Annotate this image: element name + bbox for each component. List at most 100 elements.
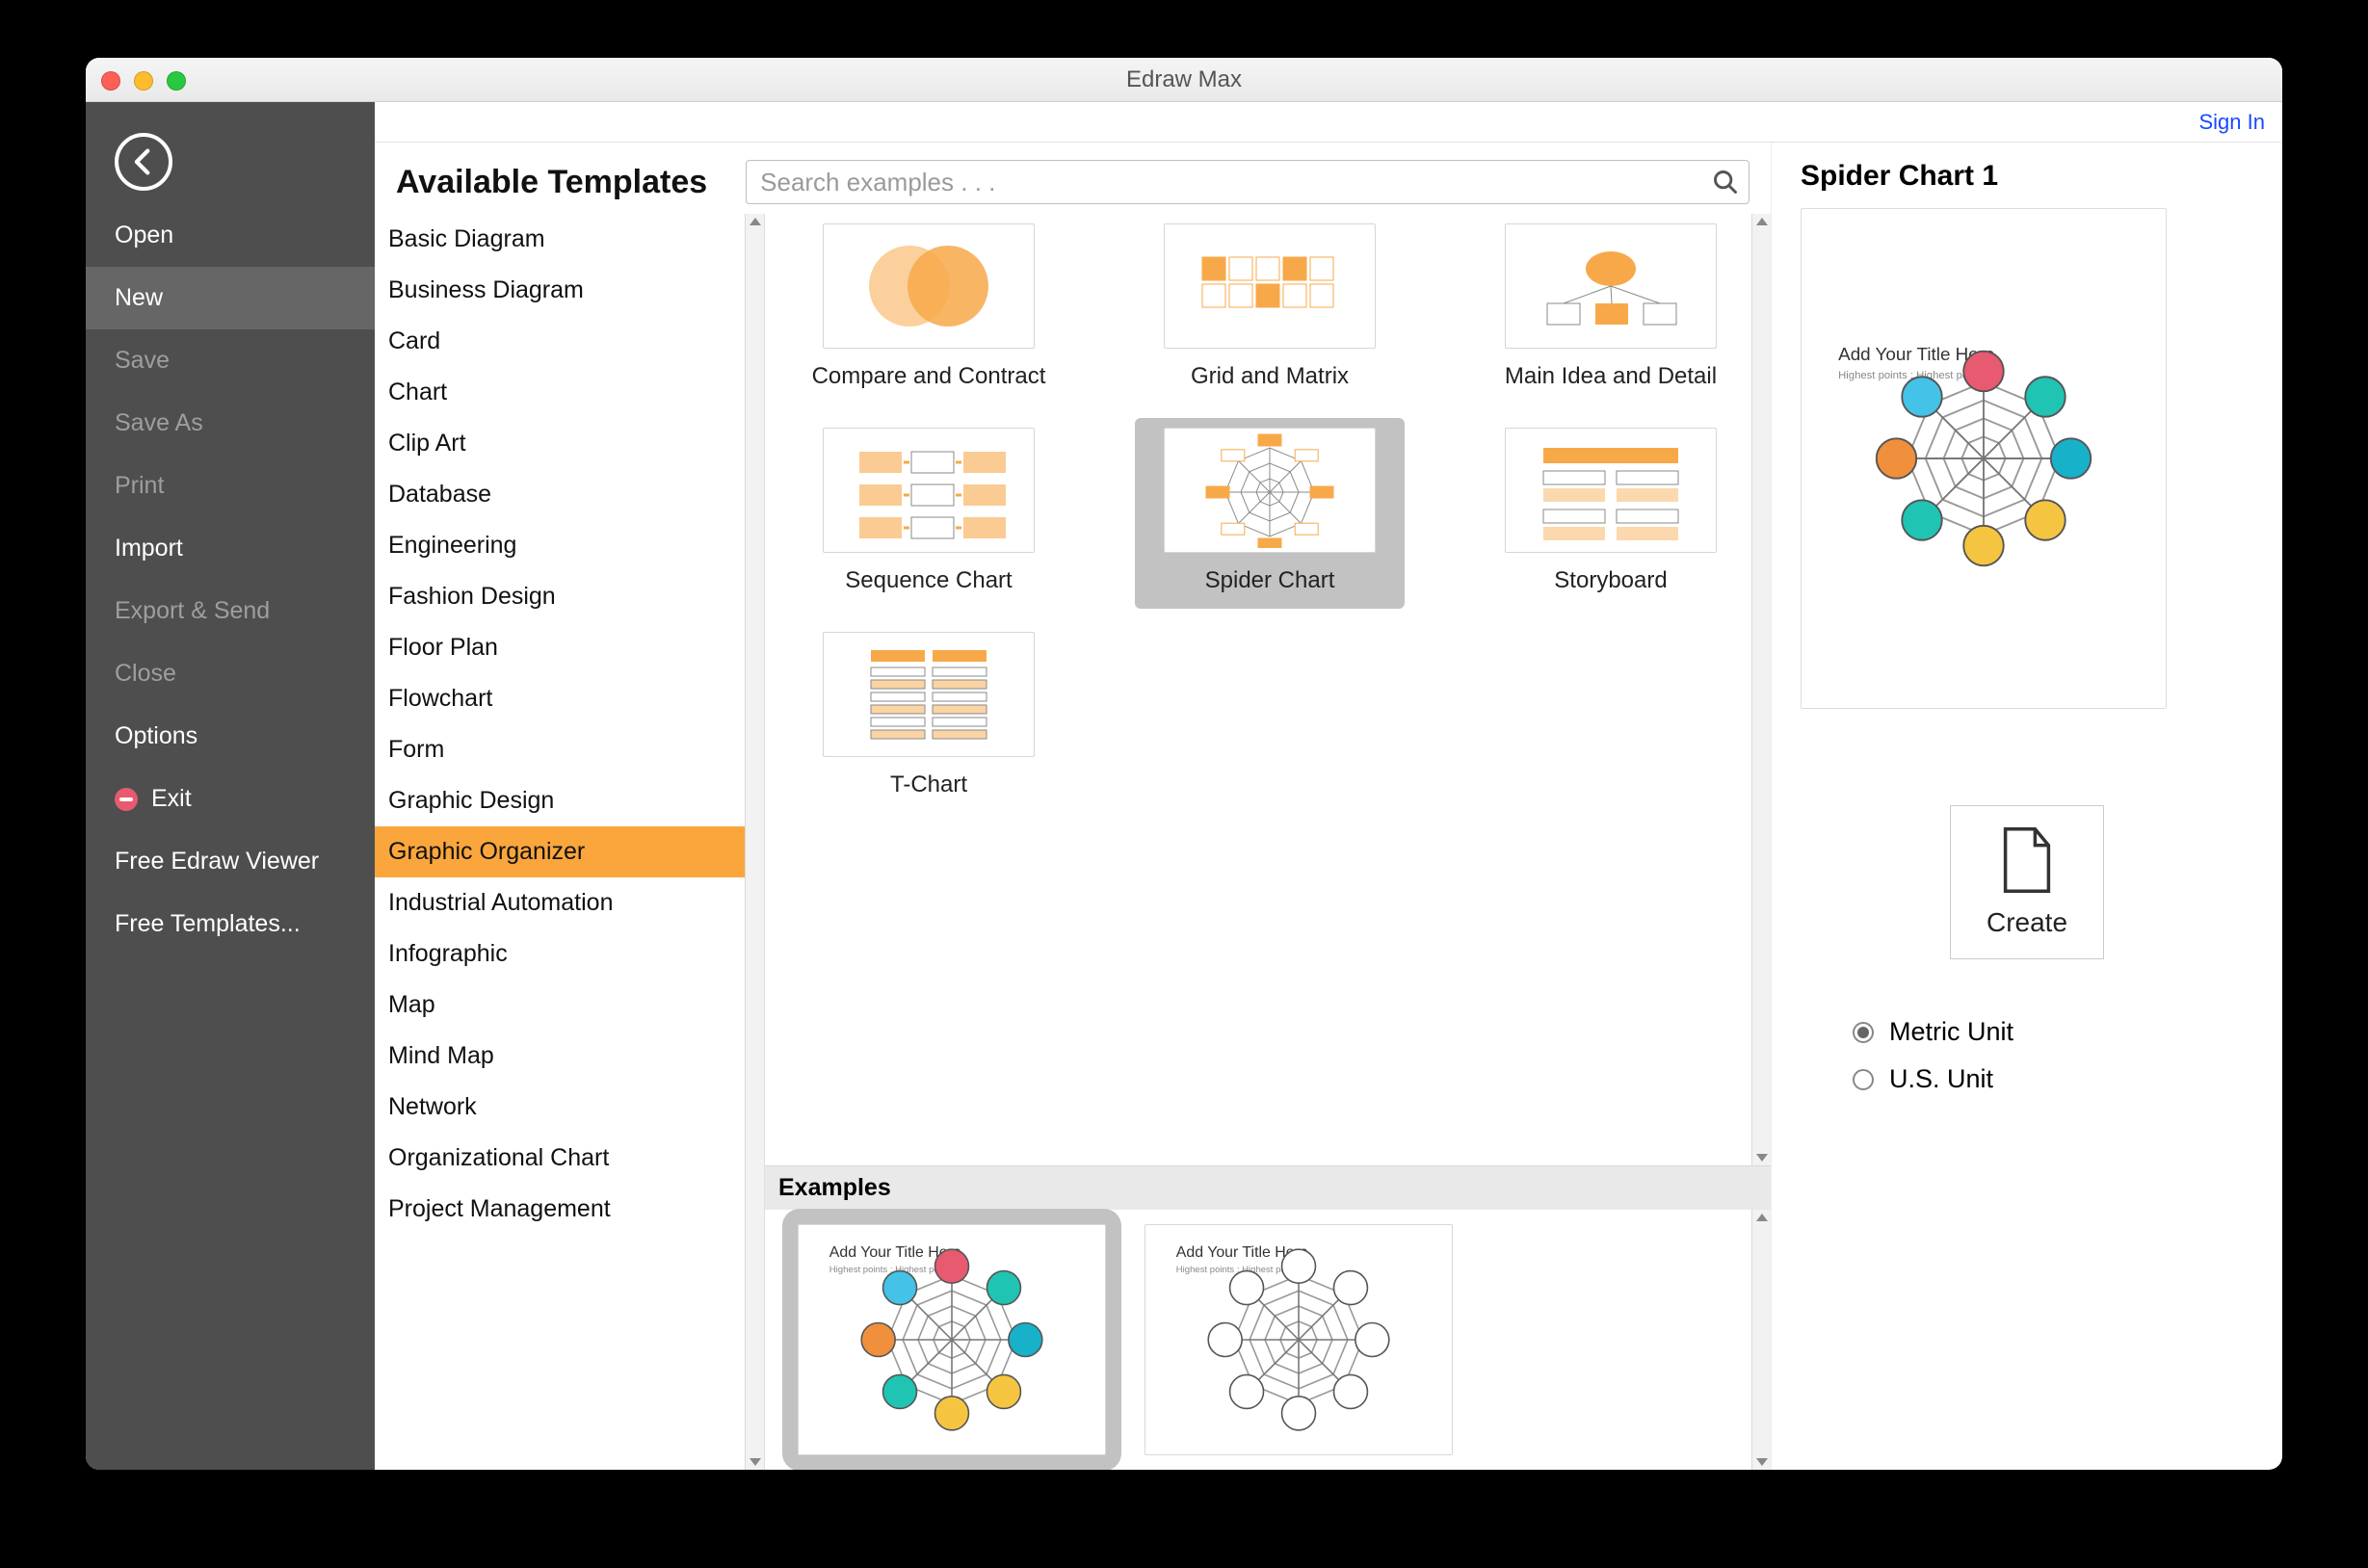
template-card[interactable]: Grid and Matrix — [1135, 214, 1405, 405]
nav-label: Open — [115, 222, 173, 249]
nav-close[interactable]: Close — [86, 642, 375, 705]
template-card[interactable]: Main Idea and Detail — [1476, 214, 1746, 405]
file-sidebar: Open New Save Save As Print Import Export & Se… — [86, 102, 375, 1470]
template-label: Main Idea and Detail — [1505, 362, 1717, 391]
unit-metric-label: Metric Unit — [1889, 1017, 2013, 1047]
template-thumb — [1164, 223, 1376, 349]
search-field[interactable] — [746, 160, 1750, 204]
back-button[interactable] — [115, 133, 172, 191]
scroll-down-icon[interactable] — [1756, 1458, 1768, 1466]
category-item[interactable]: Fashion Design — [375, 571, 745, 622]
nav-free-edraw-viewer[interactable]: Free Edraw Viewer — [86, 830, 375, 893]
example-card[interactable]: Add Your Title HereHighest points : High… — [798, 1224, 1106, 1455]
nav-free-templates-[interactable]: Free Templates... — [86, 893, 375, 955]
sign-in-link[interactable]: Sign In — [2199, 110, 2266, 135]
nav-label: Print — [115, 472, 164, 500]
nav-export-send[interactable]: Export & Send — [86, 580, 375, 642]
info-panel: Spider Chart 1 Add Your Title HereHighes… — [1772, 143, 2282, 1470]
category-item[interactable]: Flowchart — [375, 673, 745, 724]
category-item[interactable]: Database — [375, 469, 745, 520]
unit-us-radio[interactable]: U.S. Unit — [1853, 1064, 2253, 1094]
template-label: Sequence Chart — [845, 566, 1012, 595]
nav-label: Exit — [151, 785, 192, 813]
nav-exit[interactable]: Exit — [86, 768, 375, 830]
scroll-down-icon[interactable] — [1756, 1154, 1768, 1162]
category-item[interactable]: Business Diagram — [375, 265, 745, 316]
category-item[interactable]: Graphic Design — [375, 775, 745, 826]
unit-metric-radio[interactable]: Metric Unit — [1853, 1017, 2253, 1047]
template-thumb — [1164, 428, 1376, 553]
category-item[interactable]: Clip Art — [375, 418, 745, 469]
nav-import[interactable]: Import — [86, 517, 375, 580]
template-preview: Add Your Title HereHighest points : High… — [1801, 208, 2167, 709]
category-item[interactable]: Floor Plan — [375, 622, 745, 673]
example-card[interactable]: Add Your Title HereHighest points : High… — [1145, 1224, 1453, 1455]
document-icon — [2000, 826, 2054, 894]
category-item[interactable]: Chart — [375, 367, 745, 418]
category-item[interactable]: Engineering — [375, 520, 745, 571]
category-item[interactable]: Form — [375, 724, 745, 775]
create-button[interactable]: Create — [1950, 805, 2104, 959]
unit-options: Metric Unit U.S. Unit — [1801, 1017, 2253, 1094]
nav-save[interactable]: Save — [86, 329, 375, 392]
arrow-left-icon — [127, 145, 160, 178]
template-label: Grid and Matrix — [1191, 362, 1349, 391]
template-card[interactable]: Spider Chart — [1135, 418, 1405, 609]
search-input[interactable] — [760, 168, 1712, 197]
category-item[interactable]: Basic Diagram — [375, 214, 745, 265]
template-grid: Compare and Contract Grid and Matrix Main … — [765, 214, 1771, 1165]
scroll-up-icon[interactable] — [750, 218, 761, 225]
nav-label: Options — [115, 722, 197, 750]
examples-row: Add Your Title HereHighest points : High… — [765, 1210, 1771, 1470]
scroll-up-icon[interactable] — [1756, 218, 1768, 225]
template-label: Storyboard — [1554, 566, 1667, 595]
title-bar: Edraw Max — [86, 58, 2282, 102]
nav-options[interactable]: Options — [86, 705, 375, 768]
search-icon[interactable] — [1712, 169, 1739, 196]
category-item[interactable]: Industrial Automation — [375, 877, 745, 928]
nav-new[interactable]: New — [86, 267, 375, 329]
nav-print[interactable]: Print — [86, 455, 375, 517]
nav-label: Save — [115, 347, 170, 375]
nav-label: Close — [115, 660, 176, 688]
template-card[interactable]: T-Chart — [794, 622, 1064, 813]
examples-scrollbar[interactable] — [1751, 1210, 1771, 1470]
scroll-down-icon[interactable] — [750, 1458, 761, 1466]
examples-header: Examples — [765, 1165, 1771, 1210]
nav-label: Import — [115, 535, 183, 562]
nav-label: Export & Send — [115, 597, 270, 625]
template-thumb — [823, 632, 1035, 757]
template-card[interactable]: Sequence Chart — [794, 418, 1064, 609]
scroll-up-icon[interactable] — [1756, 1214, 1768, 1221]
app-window: Edraw Max Open New Save Save As Print Import E… — [86, 58, 2282, 1470]
category-item[interactable]: Mind Map — [375, 1031, 745, 1082]
category-item[interactable]: Network — [375, 1082, 745, 1133]
category-item[interactable]: Map — [375, 980, 745, 1031]
nav-save-as[interactable]: Save As — [86, 392, 375, 455]
template-thumb — [1505, 223, 1717, 349]
category-item[interactable]: Organizational Chart — [375, 1133, 745, 1184]
category-item[interactable]: Graphic Organizer — [375, 826, 745, 877]
template-card[interactable]: Storyboard — [1476, 418, 1746, 609]
no-entry-icon — [115, 788, 138, 811]
nav-label: New — [115, 284, 163, 312]
close-window-icon[interactable] — [101, 71, 120, 91]
category-item[interactable]: Card — [375, 316, 745, 367]
template-scrollbar[interactable] — [1751, 214, 1771, 1165]
template-label: Spider Chart — [1205, 566, 1335, 595]
template-label: Compare and Contract — [812, 362, 1046, 391]
category-item[interactable]: Project Management — [375, 1184, 745, 1235]
window-title: Edraw Max — [1126, 66, 1242, 93]
category-scrollbar[interactable] — [745, 214, 764, 1470]
nav-open[interactable]: Open — [86, 204, 375, 267]
zoom-window-icon[interactable] — [167, 71, 186, 91]
preview-title: Spider Chart 1 — [1801, 160, 2253, 193]
minimize-window-icon[interactable] — [134, 71, 153, 91]
template-thumb — [823, 428, 1035, 553]
template-card[interactable]: Compare and Contract — [794, 214, 1064, 405]
category-item[interactable]: Infographic — [375, 928, 745, 980]
template-thumb — [1505, 428, 1717, 553]
nav-label: Free Edraw Viewer — [115, 848, 319, 875]
radio-icon — [1853, 1069, 1874, 1090]
window-controls — [101, 71, 186, 91]
